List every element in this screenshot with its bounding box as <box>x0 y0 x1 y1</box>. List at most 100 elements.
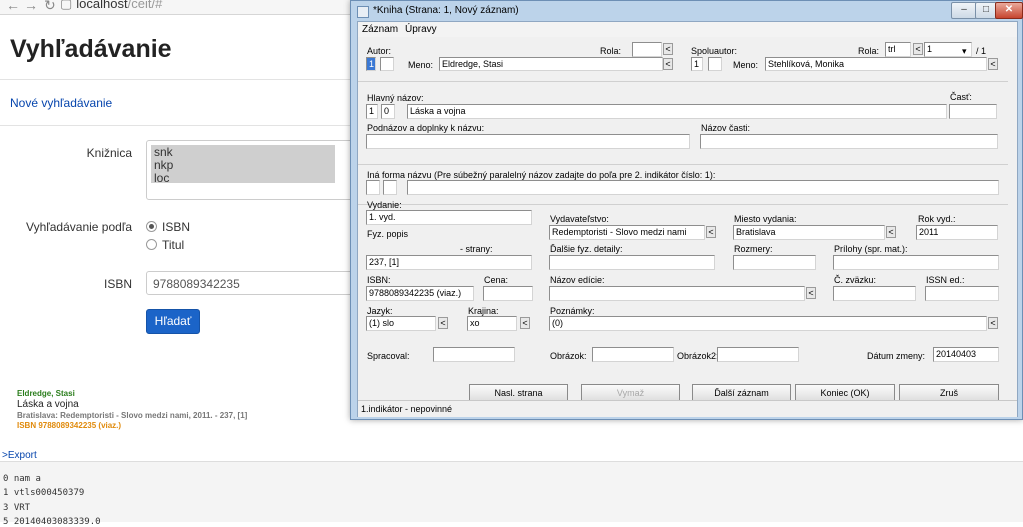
c-zvazku-field[interactable] <box>833 286 916 301</box>
fyz-popis-label: Fyz. popis <box>367 229 409 239</box>
marc-line: 3 VRT <box>3 503 31 513</box>
vydavatelstvo-field[interactable]: Redemptoristi - Slovo medzi nami <box>549 225 705 240</box>
menu-upravy[interactable]: Úpravy <box>405 24 437 35</box>
url-path: /ceit/# <box>127 0 163 11</box>
search-result: Eldredge, Stasi Láska a vojna Bratislava… <box>17 389 247 431</box>
export-link[interactable]: >Export <box>2 450 37 461</box>
datum-zmeny-field[interactable]: 20140403 <box>933 347 999 362</box>
obrazok-field[interactable] <box>592 347 674 362</box>
meno2-label: Meno: <box>733 60 759 70</box>
nazov-casti-field[interactable] <box>700 134 998 149</box>
krajina-lookup-button[interactable]: < <box>520 317 530 329</box>
autor-ind2-field[interactable] <box>380 57 394 71</box>
spoluautor-role-field[interactable]: trl <box>885 42 911 57</box>
reload-icon[interactable]: ↻ <box>44 0 56 14</box>
spoluautor-total: / 1 <box>976 46 987 56</box>
minimize-button[interactable]: – <box>951 2 977 19</box>
dalsie-fyz-field[interactable] <box>549 255 715 270</box>
vydavatelstvo-lookup-button[interactable]: < <box>706 226 716 238</box>
spoluautor-lookup-button[interactable]: < <box>988 58 998 70</box>
hlavny-nazov-field[interactable]: Láska a vojna <box>407 104 947 119</box>
rozmery-label: Rozmery: <box>734 244 773 254</box>
jazyk-lookup-button[interactable]: < <box>438 317 448 329</box>
jazyk-field[interactable]: (1) slo <box>366 316 436 331</box>
spoluautor-role-lookup-button[interactable]: < <box>913 43 923 55</box>
miesto-label: Miesto vydania: <box>734 214 797 224</box>
dropdown-arrow-icon: ▾ <box>962 46 967 56</box>
library-option[interactable]: loc <box>154 171 169 185</box>
result-author[interactable]: Eldredge, Stasi <box>17 389 247 399</box>
search-button[interactable]: Hľadať <box>146 309 200 334</box>
prilohy-field[interactable] <box>833 255 999 270</box>
autor-ind1-field[interactable]: 1 <box>366 57 376 71</box>
obrazok2-field[interactable] <box>717 347 799 362</box>
result-title: Láska a vojna <box>17 399 79 410</box>
issn-field[interactable] <box>925 286 999 301</box>
status-text: 1.indikátor - nepovinné <box>361 404 453 414</box>
autor-name-field[interactable]: Eldredge, Stasi <box>439 57 663 71</box>
miesto-field[interactable]: Bratislava <box>733 225 885 240</box>
close-button[interactable]: ✕ <box>995 2 1023 19</box>
divider <box>0 125 360 126</box>
isbn-field[interactable]: 9788089342235 (viaz.) <box>366 286 474 301</box>
library-select[interactable]: snk nkp loc <box>146 140 358 200</box>
rok-field[interactable]: 2011 <box>916 225 998 240</box>
radio-isbn[interactable] <box>146 221 157 232</box>
cena-label: Cena: <box>484 275 509 285</box>
ina-forma-label: Iná forma názvu (Pre súbežný paralelný n… <box>367 170 716 180</box>
nazov-casti-label: Názov časti: <box>701 123 751 133</box>
podnazov-field[interactable] <box>366 134 690 149</box>
obrazok2-label: Obrázok2: <box>677 351 719 361</box>
poznamky-lookup-button[interactable]: < <box>988 317 998 329</box>
cast-label: Časť: <box>950 92 972 102</box>
poznamky-field[interactable]: (0) <box>549 316 987 331</box>
back-icon[interactable]: ← <box>6 0 20 13</box>
ina-forma-ind2-field[interactable] <box>383 180 397 195</box>
miesto-lookup-button[interactable]: < <box>886 226 896 238</box>
autor-lookup-button[interactable]: < <box>663 58 673 70</box>
hlavny-ind2-field[interactable]: 0 <box>381 104 395 119</box>
book-record-dialog: *Kniha (Strana: 1, Nový záznam) – □ ✕ Zá… <box>350 0 1023 420</box>
krajina-label: Krajina: <box>468 306 499 316</box>
strany-label: - strany: <box>460 244 493 254</box>
radio-title[interactable] <box>146 239 157 250</box>
new-search-link[interactable]: Nové vyhľadávanie <box>10 96 112 110</box>
dalsie-fyz-label: Ďalšie fyz. detaily: <box>550 244 623 254</box>
rozmery-field[interactable] <box>733 255 816 270</box>
forward-icon[interactable]: → <box>24 0 38 13</box>
library-option[interactable]: nkp <box>154 158 173 172</box>
nazov-edicie-lookup-button[interactable]: < <box>806 287 816 299</box>
spoluautor-ind2-field[interactable] <box>708 57 722 71</box>
status-bar: 1.indikátor - nepovinné <box>358 400 1017 417</box>
page-icon: ▢ <box>60 0 73 11</box>
prilohy-label: Prílohy (spr. mat.): <box>834 244 908 254</box>
marc-line: 0 nam a <box>3 474 41 484</box>
result-isbn: ISBN 9788089342235 (viaz.) <box>17 421 122 430</box>
ina-forma-ind1-field[interactable] <box>366 180 380 195</box>
hlavny-ind1-field[interactable]: 1 <box>366 104 378 119</box>
dialog-title: *Kniha (Strana: 1, Nový záznam) <box>373 5 519 16</box>
spoluautor-name-field[interactable]: Stehlíková, Monika <box>765 57 987 71</box>
nazov-edicie-field[interactable] <box>549 286 805 301</box>
autor-role-field[interactable] <box>632 42 662 57</box>
separator <box>358 164 1008 165</box>
divider <box>0 79 360 80</box>
separator <box>358 81 1008 82</box>
ina-forma-field[interactable] <box>407 180 999 195</box>
spoluautor-ind1-field[interactable]: 1 <box>691 57 703 71</box>
dialog-titlebar[interactable]: *Kniha (Strana: 1, Nový záznam) – □ ✕ <box>351 1 1023 21</box>
cast-field[interactable] <box>949 104 997 119</box>
address-bar[interactable]: ▢ localhost/ceit/# <box>60 0 360 12</box>
autor-role-lookup-button[interactable]: < <box>663 43 673 55</box>
spracoval-field[interactable] <box>433 347 515 362</box>
menu-zaznam[interactable]: Záznam <box>362 24 398 35</box>
isbn-input[interactable]: 9788089342235 <box>146 271 356 295</box>
krajina-field[interactable]: xo <box>467 316 517 331</box>
search-by-label: Vyhľadávanie podľa <box>26 220 132 234</box>
library-option[interactable]: snk <box>154 145 173 159</box>
vydanie-field[interactable]: 1. vyd. <box>366 210 532 225</box>
maximize-button[interactable]: □ <box>975 2 997 19</box>
poznamky-label: Poznámky: <box>550 306 595 316</box>
strany-field[interactable]: 237, [1] <box>366 255 532 270</box>
cena-field[interactable] <box>483 286 533 301</box>
